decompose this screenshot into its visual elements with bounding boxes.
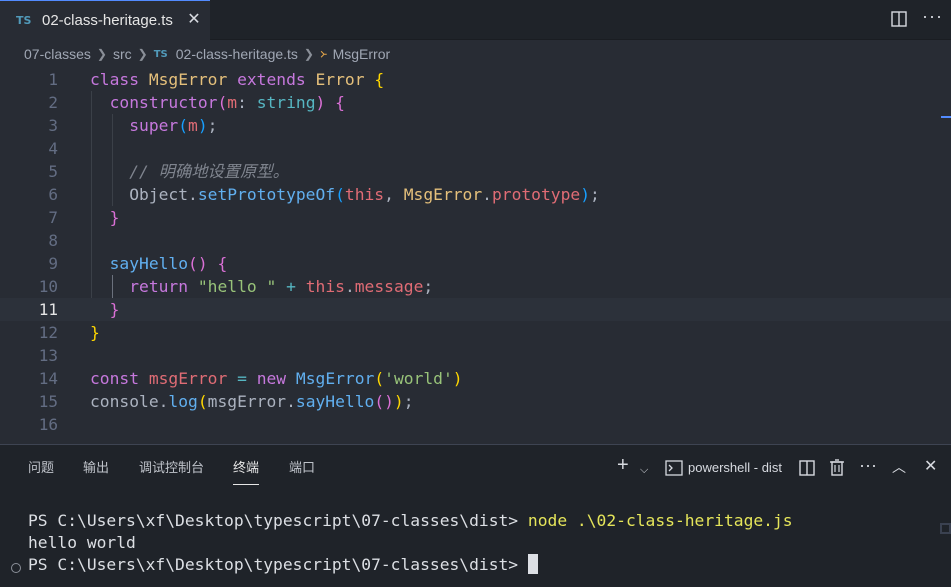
terminal-cursor	[527, 554, 538, 574]
code-line: 10 return "hello " + this.message;	[38, 277, 434, 296]
terminal-scrollbar[interactable]	[940, 523, 951, 534]
breadcrumb-symbol[interactable]: MsgError	[333, 46, 391, 62]
code-line: 6 Object.setPrototypeOf(this, MsgError.p…	[48, 185, 600, 204]
breadcrumb-file[interactable]: 02-class-heritage.ts	[176, 46, 298, 62]
code-line: 5 // 明确地设置原型。	[48, 162, 289, 181]
code-line: 16	[38, 415, 58, 434]
code-line: 14 const msgError = new MsgError('world')	[38, 369, 463, 388]
chevron-right-icon: ❯	[303, 47, 314, 61]
code-line: 4	[48, 139, 58, 158]
typescript-file-icon: TS	[16, 14, 32, 27]
breadcrumb: 07-classes ❯ src ❯ TS 02-class-heritage.…	[0, 40, 951, 68]
terminal-line: PS C:\Users\xf\Desktop\typescript\07-cla…	[28, 511, 793, 530]
tab-terminal[interactable]: 终端	[233, 459, 260, 485]
terminal-output: hello world	[28, 533, 136, 552]
code-line: 9 sayHello() {	[48, 254, 228, 273]
code-line: 1 class MsgError extends Error {	[48, 70, 385, 89]
chevron-down-icon[interactable]: ⌵	[640, 460, 648, 480]
class-symbol-icon: ᚛	[319, 46, 327, 61]
scrollbar-marker	[941, 116, 951, 118]
maximize-panel-icon[interactable]: ︿	[892, 457, 906, 477]
chevron-right-icon: ❯	[137, 47, 148, 61]
bottom-panel: 问题 输出 调试控制台 终端 端口 + ⌵ powershell - dist …	[0, 444, 951, 587]
terminal-prompt[interactable]: PS C:\Users\xf\Desktop\typescript\07-cla…	[28, 554, 538, 576]
tab-title: 02-class-heritage.ts	[42, 12, 173, 29]
tab-ports[interactable]: 端口	[289, 459, 315, 477]
code-line-current: 11 }	[0, 298, 951, 321]
more-actions-icon[interactable]: ···	[859, 455, 877, 475]
trash-icon[interactable]	[829, 459, 845, 477]
close-icon[interactable]: ✕	[186, 11, 202, 29]
tab-bar: TS 02-class-heritage.ts ✕ ···	[0, 0, 951, 40]
terminal-icon	[665, 460, 683, 476]
split-terminal-icon[interactable]	[798, 459, 816, 477]
code-line: 8	[48, 231, 58, 250]
new-terminal-icon[interactable]: +	[617, 455, 629, 475]
tab-output[interactable]: 输出	[83, 459, 109, 477]
code-line: 2 constructor(m: string) {	[48, 93, 345, 112]
code-line: 7 }	[48, 208, 120, 227]
typescript-file-icon: TS	[153, 48, 168, 60]
code-line: 3 super(m);	[48, 116, 218, 135]
breadcrumb-folder-07-classes[interactable]: 07-classes	[24, 46, 91, 62]
command-decoration-icon[interactable]	[11, 563, 21, 573]
close-panel-icon[interactable]: ✕	[924, 457, 937, 477]
code-editor[interactable]: 1 class MsgError extends Error { 2 constr…	[0, 68, 951, 444]
code-line: 15 console.log(msgError.sayHello());	[38, 392, 414, 411]
tab-debug-console[interactable]: 调试控制台	[139, 459, 204, 477]
more-actions-icon[interactable]: ···	[922, 6, 943, 27]
tab-problems[interactable]: 问题	[28, 459, 54, 477]
split-editor-icon[interactable]	[890, 10, 908, 28]
breadcrumb-folder-src[interactable]: src	[113, 46, 132, 62]
tab-02-class-heritage[interactable]: TS 02-class-heritage.ts ✕	[0, 0, 210, 40]
code-line: 13	[38, 346, 58, 365]
chevron-right-icon: ❯	[96, 47, 107, 61]
code-line: 12}	[38, 323, 100, 342]
terminal-name[interactable]: powershell - dist	[688, 459, 782, 477]
